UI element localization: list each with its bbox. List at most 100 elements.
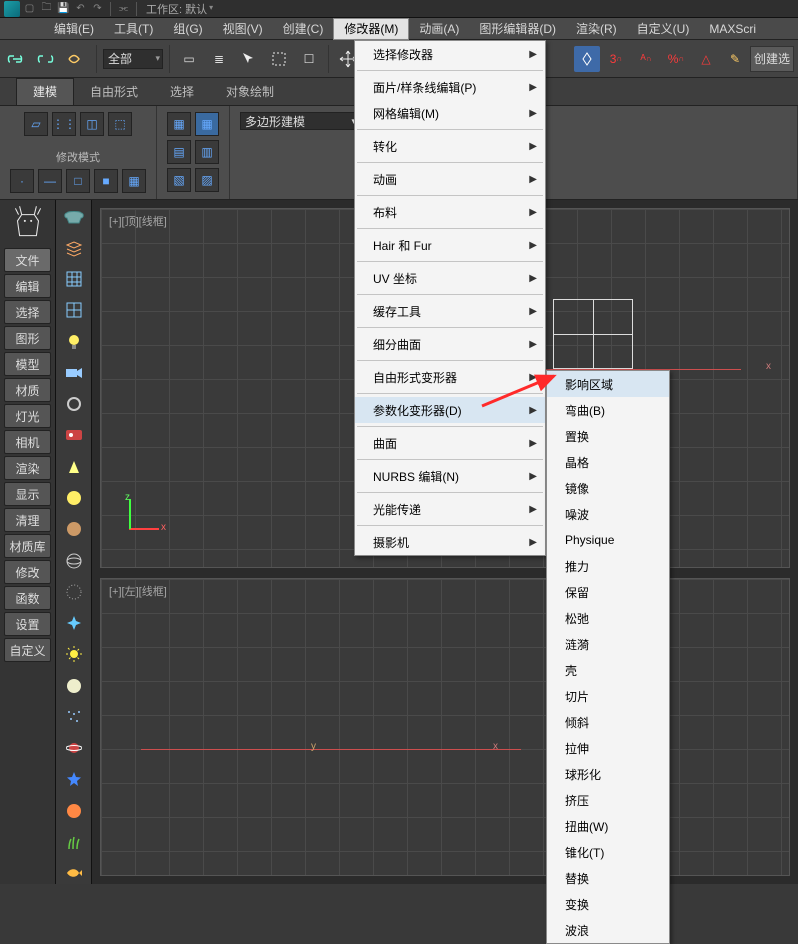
- leftpanel-函数[interactable]: 函数: [4, 586, 51, 610]
- tab-freeform[interactable]: 自由形式: [74, 79, 154, 105]
- menu-graph[interactable]: 图形编辑器(D): [469, 18, 566, 40]
- deformer-影响区域[interactable]: 影响区域: [547, 371, 669, 397]
- leftpanel-材质[interactable]: 材质: [4, 378, 51, 402]
- deformer-拉伸[interactable]: 拉伸: [547, 735, 669, 761]
- spotlight-icon[interactable]: [63, 456, 85, 477]
- leftpanel-自定义[interactable]: 自定义: [4, 638, 51, 662]
- leftpanel-图形[interactable]: 图形: [4, 326, 51, 350]
- snap-toggle-icon[interactable]: [574, 46, 600, 72]
- grid-small-icon[interactable]: [63, 269, 85, 290]
- sphere-wire-icon[interactable]: [63, 550, 85, 571]
- deformer-球形化[interactable]: 球形化: [547, 761, 669, 787]
- modmenu-摄影机[interactable]: 摄影机▶: [355, 529, 545, 555]
- new-file-icon[interactable]: ▢: [22, 1, 37, 16]
- deformer-推力[interactable]: 推力: [547, 553, 669, 579]
- menu-maxscript[interactable]: MAXScri: [699, 18, 766, 40]
- viewport-left-label[interactable]: [+][左][线框]: [109, 583, 167, 599]
- grid-b-icon[interactable]: ▦: [195, 112, 219, 136]
- modmenu-光能传递[interactable]: 光能传递▶: [355, 496, 545, 522]
- grid-large-icon[interactable]: [63, 300, 85, 321]
- link-icon[interactable]: ⫘: [116, 1, 131, 16]
- sub-b-icon[interactable]: □: [66, 169, 90, 193]
- link-objects-icon[interactable]: [4, 46, 30, 72]
- leftpanel-编辑[interactable]: 编辑: [4, 274, 51, 298]
- modmenu-NURBS 编辑(N)[interactable]: NURBS 编辑(N)▶: [355, 463, 545, 489]
- bulb-icon[interactable]: [63, 331, 85, 352]
- sphere-orange-icon[interactable]: [63, 800, 85, 821]
- poly-edge-icon[interactable]: ▱: [24, 112, 48, 136]
- angle-snap-a-icon[interactable]: ᴬ∩: [632, 46, 660, 72]
- modmenu-Hair 和 Fur[interactable]: Hair 和 Fur▶: [355, 232, 545, 258]
- poly-border-icon[interactable]: ⬚: [108, 112, 132, 136]
- leftpanel-模型[interactable]: 模型: [4, 352, 51, 376]
- sparkle-icon[interactable]: [63, 612, 85, 633]
- sphere-yellow-icon[interactable]: [63, 487, 85, 508]
- modmenu-动画[interactable]: 动画▶: [355, 166, 545, 192]
- tab-select[interactable]: 选择: [154, 79, 210, 105]
- menu-edit[interactable]: 编辑(E): [44, 18, 104, 40]
- create-panel-button[interactable]: 创建选: [750, 46, 794, 72]
- polybuild-combo[interactable]: 多边形建模: [240, 112, 360, 130]
- sphere-cream-icon[interactable]: [63, 675, 85, 696]
- viewport-left[interactable]: [+][左][线框] x y: [100, 578, 790, 876]
- rect-select-icon[interactable]: [266, 46, 292, 72]
- deformer-倾斜[interactable]: 倾斜: [547, 709, 669, 735]
- window-select-icon[interactable]: ☐: [296, 46, 322, 72]
- workspace-dropdown-icon[interactable]: ▾: [209, 3, 221, 15]
- deformer-扭曲(W)[interactable]: 扭曲(W): [547, 813, 669, 839]
- undo-icon[interactable]: ↶: [73, 1, 88, 16]
- menu-render[interactable]: 渲染(R): [566, 18, 627, 40]
- deformer-变换[interactable]: 变换: [547, 891, 669, 917]
- sub-p-icon[interactable]: ■: [94, 169, 118, 193]
- deformer-弯曲(B)[interactable]: 弯曲(B): [547, 397, 669, 423]
- leftpanel-修改[interactable]: 修改: [4, 560, 51, 584]
- poly-topo-icon[interactable]: ◫: [80, 112, 104, 136]
- teapot-icon[interactable]: [63, 206, 85, 227]
- sphere-brown-icon[interactable]: [63, 519, 85, 540]
- tab-model[interactable]: 建模: [16, 78, 74, 105]
- grid-e-icon[interactable]: ▧: [167, 168, 191, 192]
- planet-icon[interactable]: [63, 738, 85, 759]
- deformer-涟漪[interactable]: 涟漪: [547, 631, 669, 657]
- modmenu-UV 坐标[interactable]: UV 坐标▶: [355, 265, 545, 291]
- deformer-松弛[interactable]: 松弛: [547, 605, 669, 631]
- leftpanel-相机[interactable]: 相机: [4, 430, 51, 454]
- sub-el-icon[interactable]: ▦: [122, 169, 146, 193]
- deformer-切片[interactable]: 切片: [547, 683, 669, 709]
- angle-snap-tri-icon[interactable]: △: [692, 46, 720, 72]
- circle-hollow-icon[interactable]: [63, 394, 85, 415]
- deformer-波浪[interactable]: 波浪: [547, 917, 669, 943]
- layers-icon[interactable]: [63, 237, 85, 258]
- grid-f-icon[interactable]: ▨: [195, 168, 219, 192]
- app-logo[interactable]: [4, 1, 20, 17]
- leftpanel-设置[interactable]: 设置: [4, 612, 51, 636]
- modmenu-参数化变形器(D)[interactable]: 参数化变形器(D)▶: [355, 397, 545, 423]
- menu-modifiers[interactable]: 修改器(M): [333, 18, 409, 40]
- save-icon[interactable]: 💾: [56, 1, 71, 16]
- modmenu-曲面[interactable]: 曲面▶: [355, 430, 545, 456]
- particles-icon[interactable]: [63, 706, 85, 727]
- modmenu-布料[interactable]: 布料▶: [355, 199, 545, 225]
- open-file-icon[interactable]: 🗀: [39, 1, 54, 16]
- leftpanel-文件[interactable]: 文件: [4, 248, 51, 272]
- menu-animation[interactable]: 动画(A): [409, 18, 469, 40]
- grid-a-icon[interactable]: ▦: [167, 112, 191, 136]
- select-object-icon[interactable]: ▭: [176, 46, 202, 72]
- modmenu-选择修改器[interactable]: 选择修改器▶: [355, 41, 545, 67]
- leftpanel-材质库[interactable]: 材质库: [4, 534, 51, 558]
- deformer-壳[interactable]: 壳: [547, 657, 669, 683]
- menu-tools[interactable]: 工具(T): [104, 18, 163, 40]
- leftpanel-渲染[interactable]: 渲染: [4, 456, 51, 480]
- tab-objpaint[interactable]: 对象绘制: [210, 79, 290, 105]
- deformer-噪波[interactable]: 噪波: [547, 501, 669, 527]
- deformer-锥化(T)[interactable]: 锥化(T): [547, 839, 669, 865]
- deformer-晶格[interactable]: 晶格: [547, 449, 669, 475]
- redo-icon[interactable]: ↷: [90, 1, 105, 16]
- grass-icon[interactable]: [63, 831, 85, 852]
- modmenu-缓存工具[interactable]: 缓存工具▶: [355, 298, 545, 324]
- menu-group[interactable]: 组(G): [163, 18, 212, 40]
- angle-snap-3-icon[interactable]: 3∩: [602, 46, 630, 72]
- modmenu-细分曲面[interactable]: 细分曲面▶: [355, 331, 545, 357]
- deformer-保留[interactable]: 保留: [547, 579, 669, 605]
- bind-icon[interactable]: [64, 46, 90, 72]
